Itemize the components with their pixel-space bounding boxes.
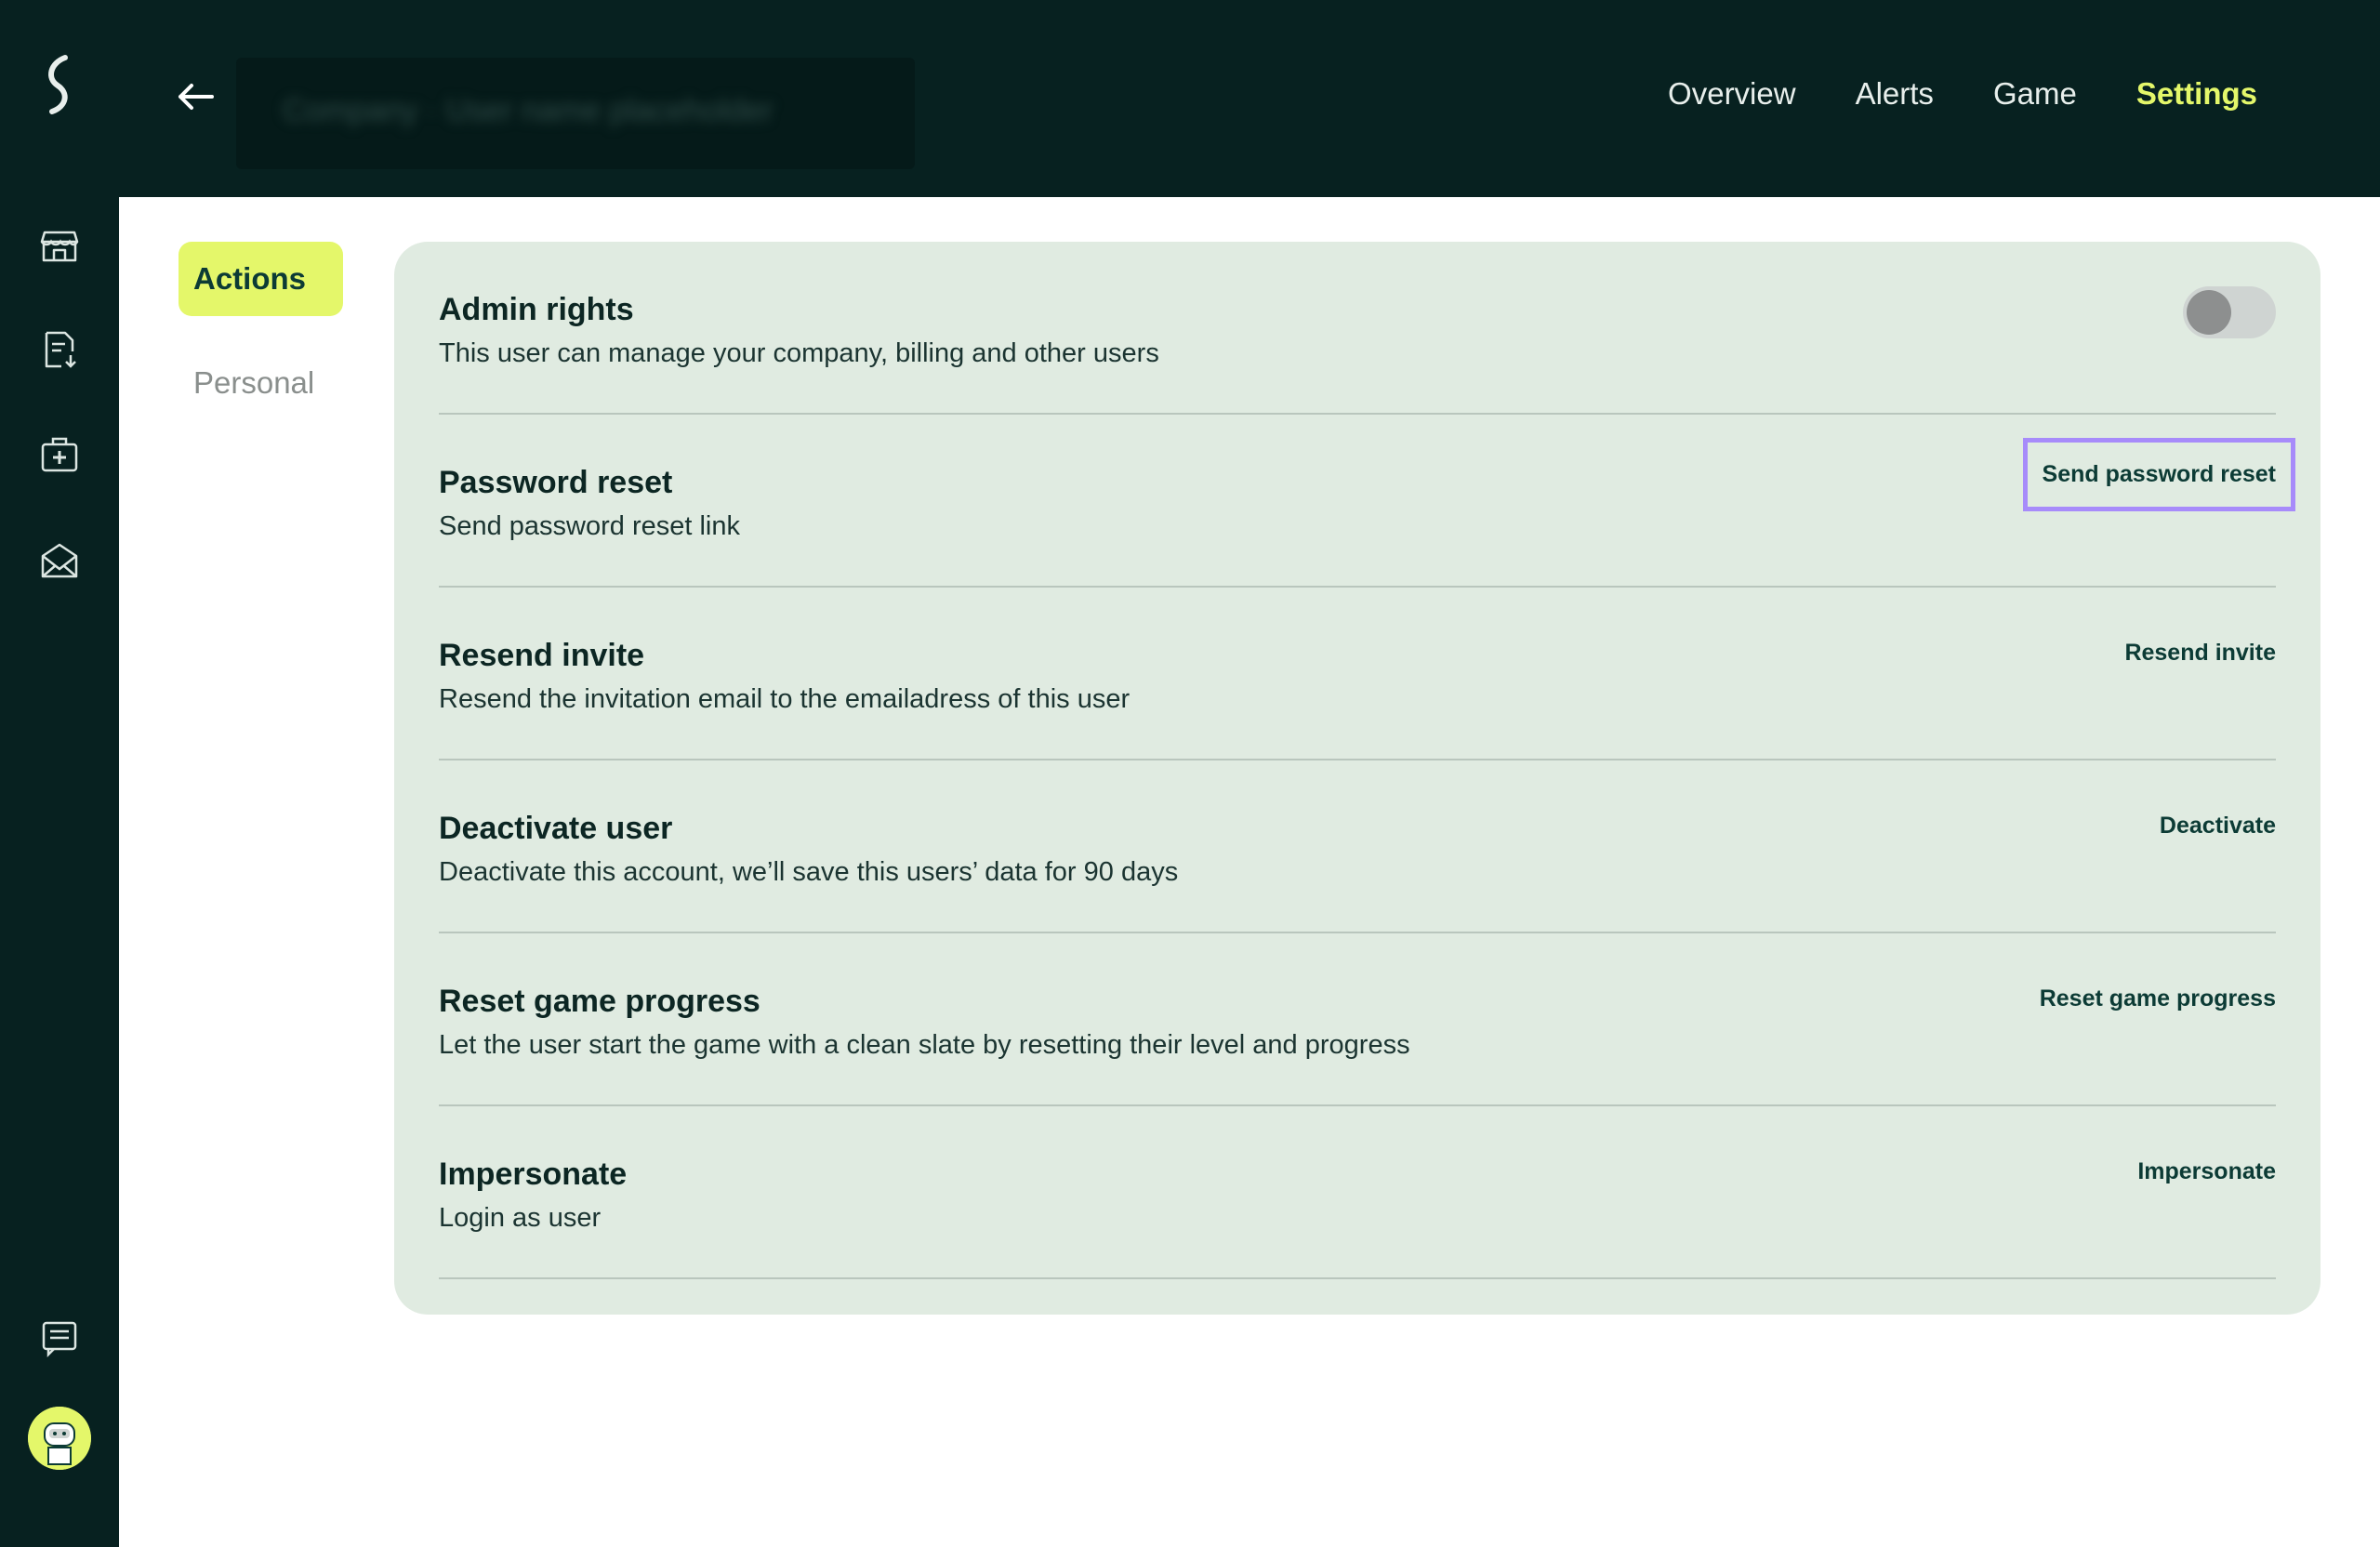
row-description: Login as user [439,1203,602,1233]
impersonate-button[interactable]: Impersonate [2137,1158,2276,1185]
password-reset-row: Password reset Send password reset link … [439,415,2296,588]
admin-rights-toggle[interactable] [2183,286,2276,338]
tab-settings[interactable]: Settings [2136,76,2257,112]
row-description: Deactivate this account, we’ll save this… [439,857,1179,887]
side-tab-actions[interactable]: Actions [178,242,343,316]
main-nav: Overview Alerts Game Settings [1668,76,2257,112]
row-title: Impersonate [439,1157,628,1192]
medical-kit-icon[interactable] [37,431,82,476]
breadcrumb: Company · User name placeholder [236,58,915,169]
row-description: Let the user start the game with a clean… [439,1030,1410,1060]
resend-invite-button[interactable]: Resend invite [2124,640,2276,667]
tab-overview[interactable]: Overview [1668,76,1796,112]
sidebar [0,0,119,1547]
side-tab-personal[interactable]: Personal [178,346,343,420]
document-download-icon[interactable] [37,327,82,372]
row-description: This user can manage your company, billi… [439,338,1159,368]
deactivate-button[interactable]: Deactivate [2160,813,2276,840]
row-title: Resend invite [439,638,645,673]
actions-card: Admin rights This user can manage your c… [394,242,2320,1315]
avatar[interactable] [28,1407,91,1470]
mail-icon[interactable] [37,537,82,582]
row-description: Send password reset link [439,511,740,541]
row-title: Deactivate user [439,811,673,846]
impersonate-row: Impersonate Login as user Impersonate [439,1106,2276,1279]
breadcrumb-blurred-text: Company · User name placeholder [283,93,774,128]
app-root: Company · User name placeholder Overview… [0,0,2380,1547]
store-icon[interactable] [37,223,82,268]
admin-rights-row: Admin rights This user can manage your c… [439,242,2276,415]
row-description: Resend the invitation email to the email… [439,684,1130,714]
reset-game-progress-row: Reset game progress Let the user start t… [439,933,2276,1106]
toggle-knob [2187,290,2231,335]
top-bar: Company · User name placeholder Overview… [119,0,2380,197]
deactivate-user-row: Deactivate user Deactivate this account,… [439,760,2276,933]
reset-game-progress-button[interactable]: Reset game progress [2040,985,2276,1012]
tab-game[interactable]: Game [1993,76,2077,112]
chat-icon[interactable] [37,1315,82,1359]
row-title: Reset game progress [439,984,760,1019]
row-title: Password reset [439,465,673,500]
tab-alerts[interactable]: Alerts [1856,76,1934,112]
resend-invite-row: Resend invite Resend the invitation emai… [439,588,2276,760]
row-title: Admin rights [439,292,634,327]
logo-icon[interactable] [37,54,82,115]
arrow-left-icon[interactable] [175,80,216,113]
send-password-reset-button[interactable]: Send password reset [2022,438,2296,511]
